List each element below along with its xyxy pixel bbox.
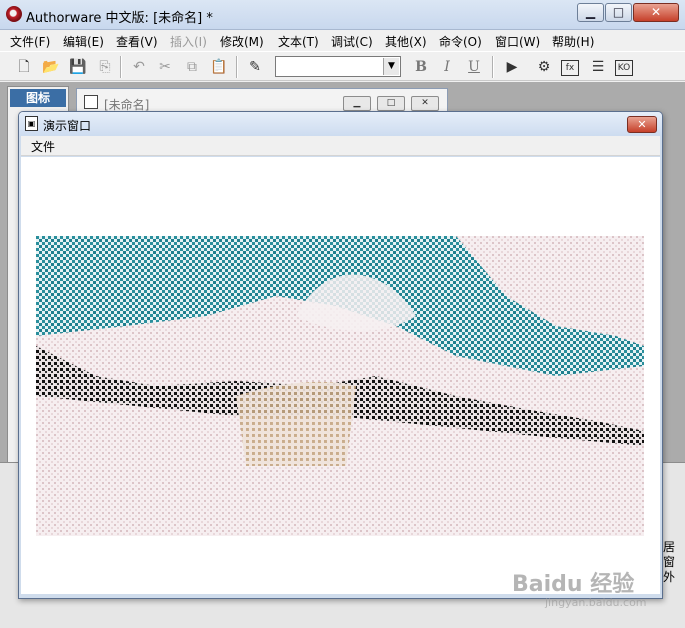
cut-icon[interactable]: ✂ (155, 57, 175, 77)
dithered-landscape-image (36, 236, 644, 536)
icon-palette-title: 图标 (10, 89, 66, 107)
italic-button[interactable]: I (437, 57, 457, 77)
clipped-text-line: 窗 (663, 555, 676, 569)
menu-insert[interactable]: 插入(I) (170, 33, 207, 50)
clipped-side-text: 居 窗 外 (663, 540, 683, 585)
menu-window[interactable]: 窗口(W) (495, 33, 540, 50)
knowledge-objects-icon[interactable]: KO (615, 60, 633, 76)
flowline-maximize-button[interactable]: □ (377, 96, 405, 111)
menu-other[interactable]: 其他(X) (385, 33, 427, 50)
flowline-close-button[interactable]: ✕ (411, 96, 439, 111)
font-style-select[interactable]: ▼ (275, 56, 401, 77)
undo-icon[interactable]: ↶ (129, 57, 149, 77)
close-button[interactable]: ✕ (633, 3, 679, 22)
paste-icon[interactable]: 📋 (209, 57, 229, 77)
maximize-button[interactable]: □ (605, 3, 632, 22)
menu-edit[interactable]: 编辑(E) (63, 33, 104, 50)
variables-icon[interactable]: ☰ (588, 57, 608, 77)
menu-file[interactable]: 文件(F) (10, 33, 50, 50)
functions-icon[interactable]: fx (561, 60, 579, 76)
flowline-file-icon (84, 95, 98, 109)
copy-icon[interactable]: ⧉ (182, 57, 202, 77)
underline-button[interactable]: U (464, 57, 484, 77)
authorware-logo-icon[interactable] (6, 6, 22, 22)
menu-view[interactable]: 查看(V) (116, 33, 158, 50)
new-file-icon[interactable]: 🗋 (14, 57, 34, 77)
save-all-icon[interactable]: 💾 (68, 57, 88, 77)
minimize-button[interactable]: ▁ (577, 3, 604, 22)
presentation-menu-file[interactable]: 文件 (31, 138, 55, 155)
menu-bar: 文件(F) 编辑(E) 查看(V) 插入(I) 修改(M) 文本(T) 调试(C… (0, 30, 685, 51)
bold-button[interactable]: B (411, 57, 431, 77)
presentation-window-title: 演示窗口 (43, 119, 92, 133)
open-folder-icon[interactable]: 📂 (41, 57, 61, 77)
window-title: Authorware 中文版: [未命名] * (26, 11, 213, 26)
baidu-watermark-url: jingyan.baidu.com (545, 596, 647, 609)
chevron-down-icon[interactable]: ▼ (383, 58, 399, 75)
menu-modify[interactable]: 修改(M) (220, 33, 264, 50)
menu-help[interactable]: 帮助(H) (552, 33, 594, 50)
menu-text[interactable]: 文本(T) (278, 33, 319, 50)
flowline-minimize-button[interactable]: ▁ (343, 96, 371, 111)
menu-debug[interactable]: 调试(C) (331, 33, 373, 50)
toolbar-separator (492, 56, 494, 78)
baidu-watermark: Baidu 经验 (512, 572, 635, 597)
toolbar: 🗋 📂 💾 ⎘ ↶ ✂ ⧉ 📋 ✎ ▼ B I U ▶ ⚙ fx ☰ KO (0, 51, 685, 81)
presentation-title-bar (19, 112, 662, 136)
presentation-menu-bar (21, 136, 660, 156)
play-icon[interactable]: ▶ (502, 57, 522, 77)
import-icon[interactable]: ⎘ (95, 57, 115, 77)
menu-command[interactable]: 命令(O) (439, 33, 482, 50)
presentation-close-button[interactable]: ✕ (627, 116, 657, 133)
presentation-window-icon: ▣ (25, 116, 38, 131)
control-panel-icon[interactable]: ⚙ (534, 57, 554, 77)
find-icon[interactable]: ✎ (245, 57, 265, 77)
clipped-text-line: 外 (663, 570, 676, 584)
toolbar-separator (236, 56, 238, 78)
clipped-text-line: 居 (663, 540, 676, 554)
toolbar-separator (120, 56, 122, 78)
